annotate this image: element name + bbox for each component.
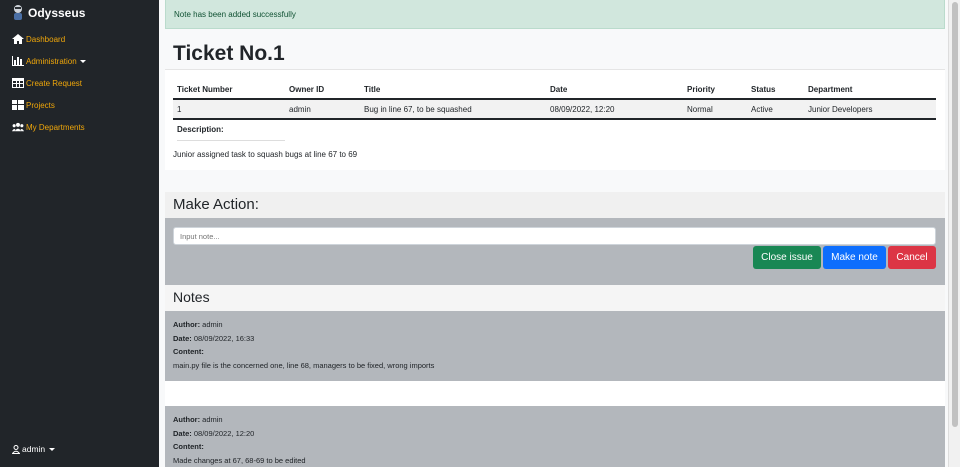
- description-text: Junior assigned task to squash bugs at l…: [173, 150, 358, 159]
- user-menu[interactable]: admin: [12, 444, 56, 454]
- spacer: [165, 170, 945, 192]
- date-label: Date:: [173, 428, 192, 438]
- note-card: Author: admin Date: 08/09/2022, 12:20 Co…: [165, 406, 945, 467]
- table-cell: Junior Developers: [804, 99, 936, 120]
- brand[interactable]: Odysseus: [12, 4, 85, 21]
- sidebar-item-projects[interactable]: Projects: [12, 100, 55, 110]
- logo-icon: [12, 4, 25, 21]
- table-header-row: Ticket Number Owner ID Title Date Priori…: [173, 80, 936, 100]
- table-cell: 1: [173, 99, 285, 120]
- table-cell: Normal: [683, 99, 747, 120]
- sidebar: Odysseus Dashboard Administration Create…: [0, 0, 159, 467]
- sidebar-item-label: Projects: [26, 100, 55, 110]
- users-icon: [12, 122, 24, 132]
- chevron-down-icon: [79, 59, 86, 63]
- date-label: Date:: [173, 333, 192, 343]
- column-header: Owner ID: [285, 80, 360, 100]
- close-issue-button[interactable]: Close issue: [753, 246, 821, 269]
- cancel-button[interactable]: Cancel: [888, 246, 936, 269]
- sidebar-item-label: Dashboard: [26, 34, 66, 44]
- column-header: Department: [804, 80, 936, 100]
- sidebar-item-my-departments[interactable]: My Departments: [12, 122, 85, 132]
- table-cell: admin: [285, 99, 360, 120]
- note-author: Author: admin: [173, 413, 937, 427]
- column-header: Status: [747, 80, 804, 100]
- note-input[interactable]: [173, 227, 936, 245]
- notes-header: Notes: [165, 285, 945, 311]
- note-author: Author: admin: [173, 318, 937, 332]
- author-label: Author:: [173, 320, 201, 329]
- sidebar-item-label: Create Request: [26, 78, 83, 88]
- column-header: Ticket Number: [173, 80, 285, 100]
- table-cell: Active: [747, 99, 804, 120]
- description-label: Description:: [177, 125, 285, 141]
- note-content: main.py file is the concerned one, line …: [173, 360, 435, 370]
- chevron-down-icon: [49, 447, 56, 451]
- scrollbar-thumb[interactable]: [952, 2, 958, 427]
- grid-icon: [12, 100, 24, 110]
- note-content-label: Content:: [173, 440, 937, 454]
- note-content: Made changes at 67, 68-69 to be edited: [173, 455, 306, 465]
- section-title: Notes: [173, 289, 210, 305]
- spacer: [165, 381, 945, 406]
- ticket-header: Ticket No.1: [165, 38, 945, 70]
- action-header: Make Action:: [165, 192, 945, 218]
- ticket-details: Ticket Number Owner ID Title Date Priori…: [165, 70, 945, 170]
- table-cell: 08/09/2022, 12:20: [546, 99, 683, 120]
- author-label: Author:: [173, 415, 201, 424]
- note-date: Date: 08/09/2022, 16:33: [173, 332, 937, 346]
- content-label: Content:: [173, 347, 204, 356]
- sidebar-item-dashboard[interactable]: Dashboard: [12, 34, 65, 44]
- column-header: Date: [546, 80, 683, 100]
- main-content: Note has been added successfully Ticket …: [159, 0, 960, 467]
- section-title: Make Action:: [173, 196, 259, 213]
- success-alert: Note has been added successfully: [165, 0, 945, 29]
- brand-name: Odysseus: [28, 5, 86, 20]
- make-note-button[interactable]: Make note: [823, 246, 886, 269]
- bar-chart-icon: [12, 56, 24, 66]
- table-cell: Bug in line 67, to be squashed: [360, 99, 546, 120]
- page-title: Ticket No.1: [173, 42, 285, 65]
- date-value: 08/09/2022, 16:33: [193, 333, 255, 343]
- table-icon: [12, 78, 24, 88]
- sidebar-item-create-request[interactable]: Create Request: [12, 78, 82, 88]
- sidebar-item-administration[interactable]: Administration: [12, 56, 86, 66]
- note-content-label: Content:: [173, 345, 937, 359]
- author-value: admin: [202, 415, 223, 424]
- column-header: Title: [360, 80, 546, 100]
- user-icon: [12, 444, 20, 454]
- author-value: admin: [202, 320, 223, 329]
- ticket-table: Ticket Number Owner ID Title Date Priori…: [173, 80, 936, 120]
- scrollbar[interactable]: [948, 0, 960, 467]
- date-value: 08/09/2022, 12:20: [193, 428, 255, 438]
- username: admin: [22, 444, 46, 454]
- note-date: Date: 08/09/2022, 12:20: [173, 427, 937, 441]
- sidebar-item-label: My Departments: [26, 122, 85, 132]
- home-icon: [12, 34, 24, 44]
- content-label: Content:: [173, 442, 204, 451]
- sidebar-item-label: Administration: [26, 56, 77, 66]
- table-row: 1 admin Bug in line 67, to be squashed 0…: [173, 99, 936, 120]
- column-header: Priority: [683, 80, 747, 100]
- action-panel: Close issue Make note Cancel: [165, 218, 945, 285]
- note-card: Author: admin Date: 08/09/2022, 16:33 Co…: [165, 311, 945, 381]
